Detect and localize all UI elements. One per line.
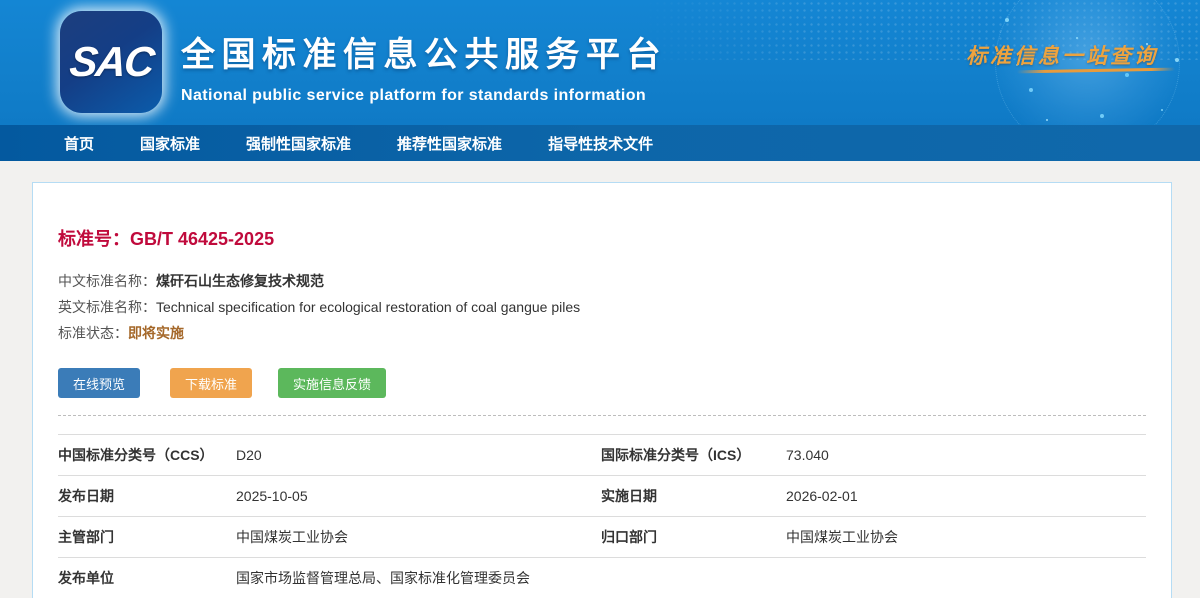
nav-item-mandatory-standards[interactable]: 强制性国家标准 xyxy=(246,133,351,154)
nav-item-recommended-standards[interactable]: 推荐性国家标准 xyxy=(397,133,502,154)
competent-dept-label: 主管部门 xyxy=(58,527,236,547)
page-body: 标准号：GB/T 46425-2025 中文标准名称：煤矸石山生态修复技术规范 … xyxy=(0,161,1200,598)
table-row: 发布单位 国家市场监督管理总局、国家标准化管理委员会 xyxy=(58,558,1146,598)
table-row: 主管部门 中国煤炭工业协会 归口部门 中国煤炭工业协会 xyxy=(58,517,1146,558)
publish-unit-value: 国家市场监督管理总局、国家标准化管理委员会 xyxy=(236,568,1146,588)
sac-logo-text: SAC xyxy=(67,38,155,86)
standard-number-value: GB/T 46425-2025 xyxy=(130,229,274,249)
network-dots-decoration xyxy=(1005,18,1009,22)
standard-detail-panel: 标准号：GB/T 46425-2025 中文标准名称：煤矸石山生态修复技术规范 … xyxy=(32,182,1172,598)
action-buttons: 在线预览 下载标准 实施信息反馈 xyxy=(58,368,1146,398)
dashed-divider xyxy=(58,415,1146,416)
standard-number-label: 标准号： xyxy=(58,229,130,249)
online-preview-button[interactable]: 在线预览 xyxy=(58,368,140,398)
ics-label: 国际标准分类号（ICS） xyxy=(601,445,786,465)
publish-unit-label: 发布单位 xyxy=(58,568,236,588)
slogan-text: 标准信息一站查询 xyxy=(966,40,1158,70)
main-nav: 首页 国家标准 强制性国家标准 推荐性国家标准 指导性技术文件 xyxy=(0,125,1200,161)
standard-fields: 中文标准名称：煤矸石山生态修复技术规范 英文标准名称：Technical spe… xyxy=(58,268,1146,346)
status-badge: 即将实施 xyxy=(128,325,184,341)
nav-item-home[interactable]: 首页 xyxy=(64,133,94,154)
ics-value: 73.040 xyxy=(786,447,1146,463)
field-value: Technical specification for ecological r… xyxy=(156,299,580,315)
implementation-feedback-button[interactable]: 实施信息反馈 xyxy=(278,368,386,398)
site-header: SAC 全国标准信息公共服务平台 National public service… xyxy=(0,0,1200,125)
nav-item-guiding-documents[interactable]: 指导性技术文件 xyxy=(548,133,653,154)
standard-number-heading: 标准号：GB/T 46425-2025 xyxy=(58,225,1146,251)
field-label: 英文标准名称： xyxy=(58,299,156,315)
field-label: 中文标准名称： xyxy=(58,273,156,289)
ccs-label: 中国标准分类号（CCS） xyxy=(58,445,236,465)
header-titles: 全国标准信息公共服务平台 National public service pla… xyxy=(181,27,667,105)
nav-item-national-standards[interactable]: 国家标准 xyxy=(140,133,200,154)
standard-info-table: 中国标准分类号（CCS） D20 国际标准分类号（ICS） 73.040 发布日… xyxy=(58,434,1146,598)
ccs-value: D20 xyxy=(236,447,601,463)
field-status: 标准状态：即将实施 xyxy=(58,320,1146,346)
field-label: 标准状态： xyxy=(58,325,128,341)
competent-dept-value: 中国煤炭工业协会 xyxy=(236,527,601,547)
sac-logo[interactable]: SAC xyxy=(60,11,162,113)
centralized-dept-label: 归口部门 xyxy=(601,527,786,547)
site-title: 全国标准信息公共服务平台 xyxy=(181,27,667,76)
field-english-name: 英文标准名称：Technical specification for ecolo… xyxy=(58,294,1146,320)
implement-date-value: 2026-02-01 xyxy=(786,488,1146,504)
table-row: 中国标准分类号（CCS） D20 国际标准分类号（ICS） 73.040 xyxy=(58,435,1146,476)
download-standard-button[interactable]: 下载标准 xyxy=(170,368,252,398)
centralized-dept-value: 中国煤炭工业协会 xyxy=(786,527,1146,547)
implement-date-label: 实施日期 xyxy=(601,486,786,506)
publish-date-value: 2025-10-05 xyxy=(236,488,601,504)
field-chinese-name: 中文标准名称：煤矸石山生态修复技术规范 xyxy=(58,268,1146,294)
table-row: 发布日期 2025-10-05 实施日期 2026-02-01 xyxy=(58,476,1146,517)
field-value: 煤矸石山生态修复技术规范 xyxy=(156,273,324,289)
publish-date-label: 发布日期 xyxy=(58,486,236,506)
site-subtitle: National public service platform for sta… xyxy=(181,87,667,105)
